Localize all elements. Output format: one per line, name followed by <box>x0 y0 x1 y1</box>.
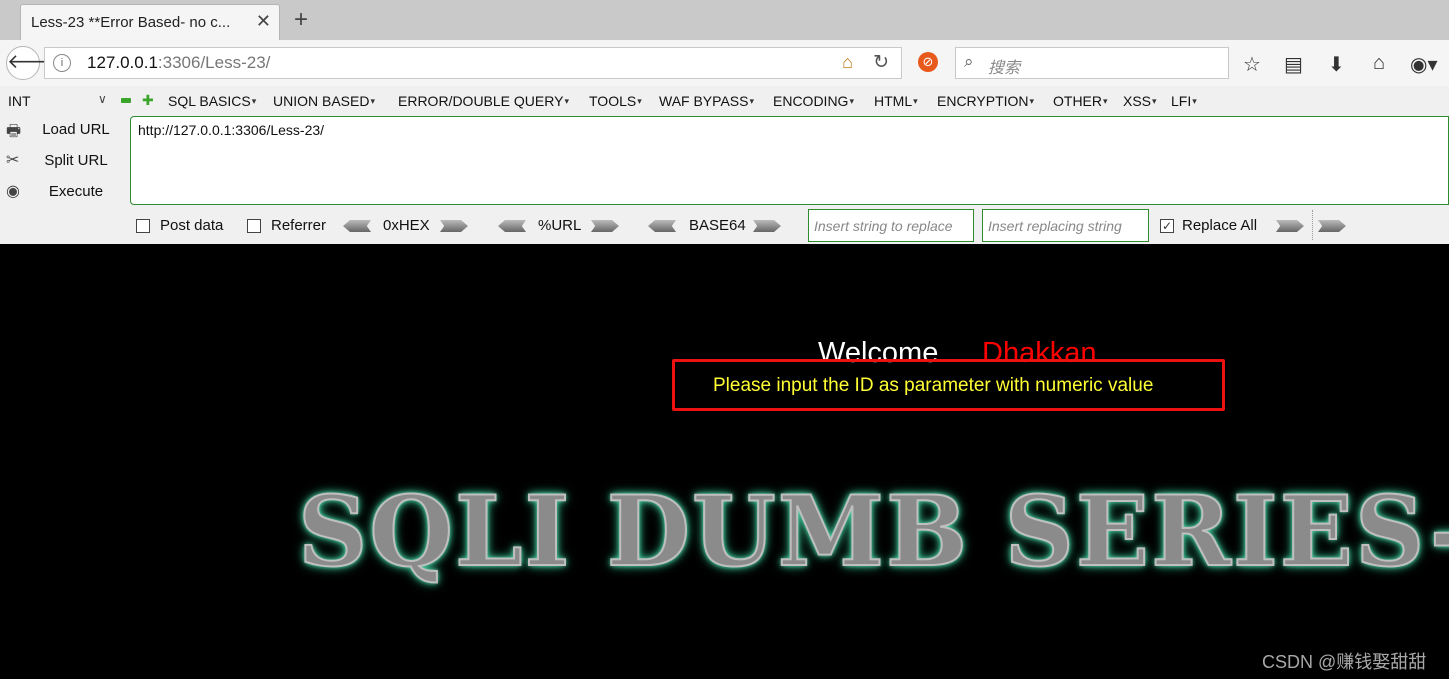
browser-tab[interactable]: Less-23 **Error Based- no c... ✕ <box>20 4 280 40</box>
post-data-checkbox[interactable] <box>136 219 150 233</box>
replacing-string-input[interactable]: Insert replacing string <box>982 209 1149 242</box>
base64-decode-arrow-icon[interactable] <box>648 220 676 232</box>
url-host: 127.0.0.1 <box>87 53 158 72</box>
menu-html[interactable]: HTML <box>874 93 918 109</box>
execute-button[interactable]: Execute <box>40 183 112 200</box>
menu-other[interactable]: OTHER <box>1053 93 1108 109</box>
chevron-down-icon: ∨ <box>98 92 107 106</box>
info-icon[interactable]: i <box>53 54 71 72</box>
globe-icon[interactable]: ◉▾ <box>1410 52 1438 77</box>
split-url-button[interactable]: Split URL <box>40 152 112 169</box>
close-icon[interactable]: ✕ <box>256 11 271 32</box>
replace-run-arrow-icon[interactable] <box>1318 220 1346 232</box>
menu-union-based[interactable]: UNION BASED <box>273 93 375 109</box>
load-url-button[interactable]: Load URL <box>40 121 112 138</box>
noscript-icon[interactable]: ⊘ <box>918 52 938 72</box>
minus-icon[interactable] <box>121 98 131 103</box>
referrer-checkbox[interactable] <box>247 219 261 233</box>
url-path: :3306/Less-23/ <box>157 53 271 72</box>
menu-error-double-query[interactable]: ERROR/DOUBLE QUERY <box>398 93 569 109</box>
referrer-label: Referrer <box>271 217 327 234</box>
hex-encode-arrow-icon[interactable] <box>440 220 468 232</box>
hackbar-url-field[interactable]: http://127.0.0.1:3306/Less-23/ <box>130 116 1449 205</box>
replace-string-placeholder: Insert string to replace <box>814 218 953 234</box>
scissors-icon[interactable]: ✂ <box>6 150 19 170</box>
menu-waf-bypass[interactable]: WAF BYPASS <box>659 93 754 109</box>
url-encode-arrow-icon[interactable] <box>591 220 619 232</box>
type-select[interactable]: INT ∨ <box>2 90 112 112</box>
page-content: Welcome Dhakkan Please input the ID as p… <box>0 244 1449 679</box>
plus-icon[interactable]: ✚ <box>142 92 154 109</box>
url-decode-arrow-icon[interactable] <box>498 220 526 232</box>
address-bar[interactable]: i 127.0.0.1:3306/Less-23/ ⌂ ↻ <box>44 47 902 79</box>
menu-encryption[interactable]: ENCRYPTION <box>937 93 1034 109</box>
divider <box>1312 210 1313 240</box>
replace-all-label: Replace All <box>1182 217 1258 234</box>
menu-lfi[interactable]: LFI <box>1171 93 1197 109</box>
load-url-icon[interactable]: 🖶 <box>6 120 21 147</box>
hackbar-url-value: http://127.0.0.1:3306/Less-23/ <box>138 122 325 138</box>
navigation-bar: 🡐 i 127.0.0.1:3306/Less-23/ ⌂ ↻ ⊘ ⌕ 搜索 ☆… <box>0 40 1449 86</box>
error-message: Please input the ID as parameter with nu… <box>713 375 1154 396</box>
menu-sql-basics[interactable]: SQL BASICS <box>168 93 256 109</box>
menu-tools[interactable]: TOOLS <box>589 93 642 109</box>
search-input[interactable]: ⌕ 搜索 <box>955 47 1229 79</box>
menu-xss[interactable]: XSS <box>1123 93 1157 109</box>
base64-encode-arrow-icon[interactable] <box>753 220 781 232</box>
replace-arrow-icon[interactable] <box>1276 220 1304 232</box>
home-icon[interactable]: ⌂ <box>1373 52 1385 75</box>
list-icon[interactable]: ▤ <box>1284 52 1303 77</box>
url-label: %URL <box>538 217 582 234</box>
home-icon[interactable]: ⌂ <box>842 52 853 73</box>
search-placeholder: 搜索 <box>988 60 1021 77</box>
post-data-label: Post data <box>160 217 224 234</box>
download-icon[interactable]: ⬇ <box>1328 52 1345 77</box>
tab-strip: Less-23 **Error Based- no c... ✕ + <box>0 0 1449 40</box>
hex-decode-arrow-icon[interactable] <box>343 220 371 232</box>
address-text: 127.0.0.1:3306/Less-23/ <box>87 53 270 73</box>
highlight-box: Please input the ID as parameter with nu… <box>672 359 1225 411</box>
replace-all-checkbox[interactable]: ✓ <box>1160 219 1174 233</box>
search-icon: ⌕ <box>964 52 974 71</box>
replace-string-input[interactable]: Insert string to replace <box>808 209 974 242</box>
type-select-value: INT <box>8 93 31 109</box>
back-button[interactable]: 🡐 <box>6 46 61 80</box>
hex-label: 0xHEX <box>383 217 430 234</box>
base64-label: BASE64 <box>689 217 746 234</box>
reload-icon[interactable]: ↻ <box>873 51 889 74</box>
watermark: CSDN @赚钱娶甜甜 <box>1262 652 1427 672</box>
menu-encoding[interactable]: ENCODING <box>773 93 854 109</box>
replacing-string-placeholder: Insert replacing string <box>988 218 1122 234</box>
hackbar: INT ∨ ✚ SQL BASICS UNION BASED ERROR/DOU… <box>0 86 1449 244</box>
banner-title: SQLI DUMB SERIES- <box>297 475 1449 588</box>
star-icon[interactable]: ☆ <box>1243 52 1261 77</box>
new-tab-button[interactable]: + <box>294 6 308 34</box>
play-icon[interactable]: ◉ <box>6 181 20 201</box>
tab-title: Less-23 **Error Based- no c... <box>31 14 231 31</box>
